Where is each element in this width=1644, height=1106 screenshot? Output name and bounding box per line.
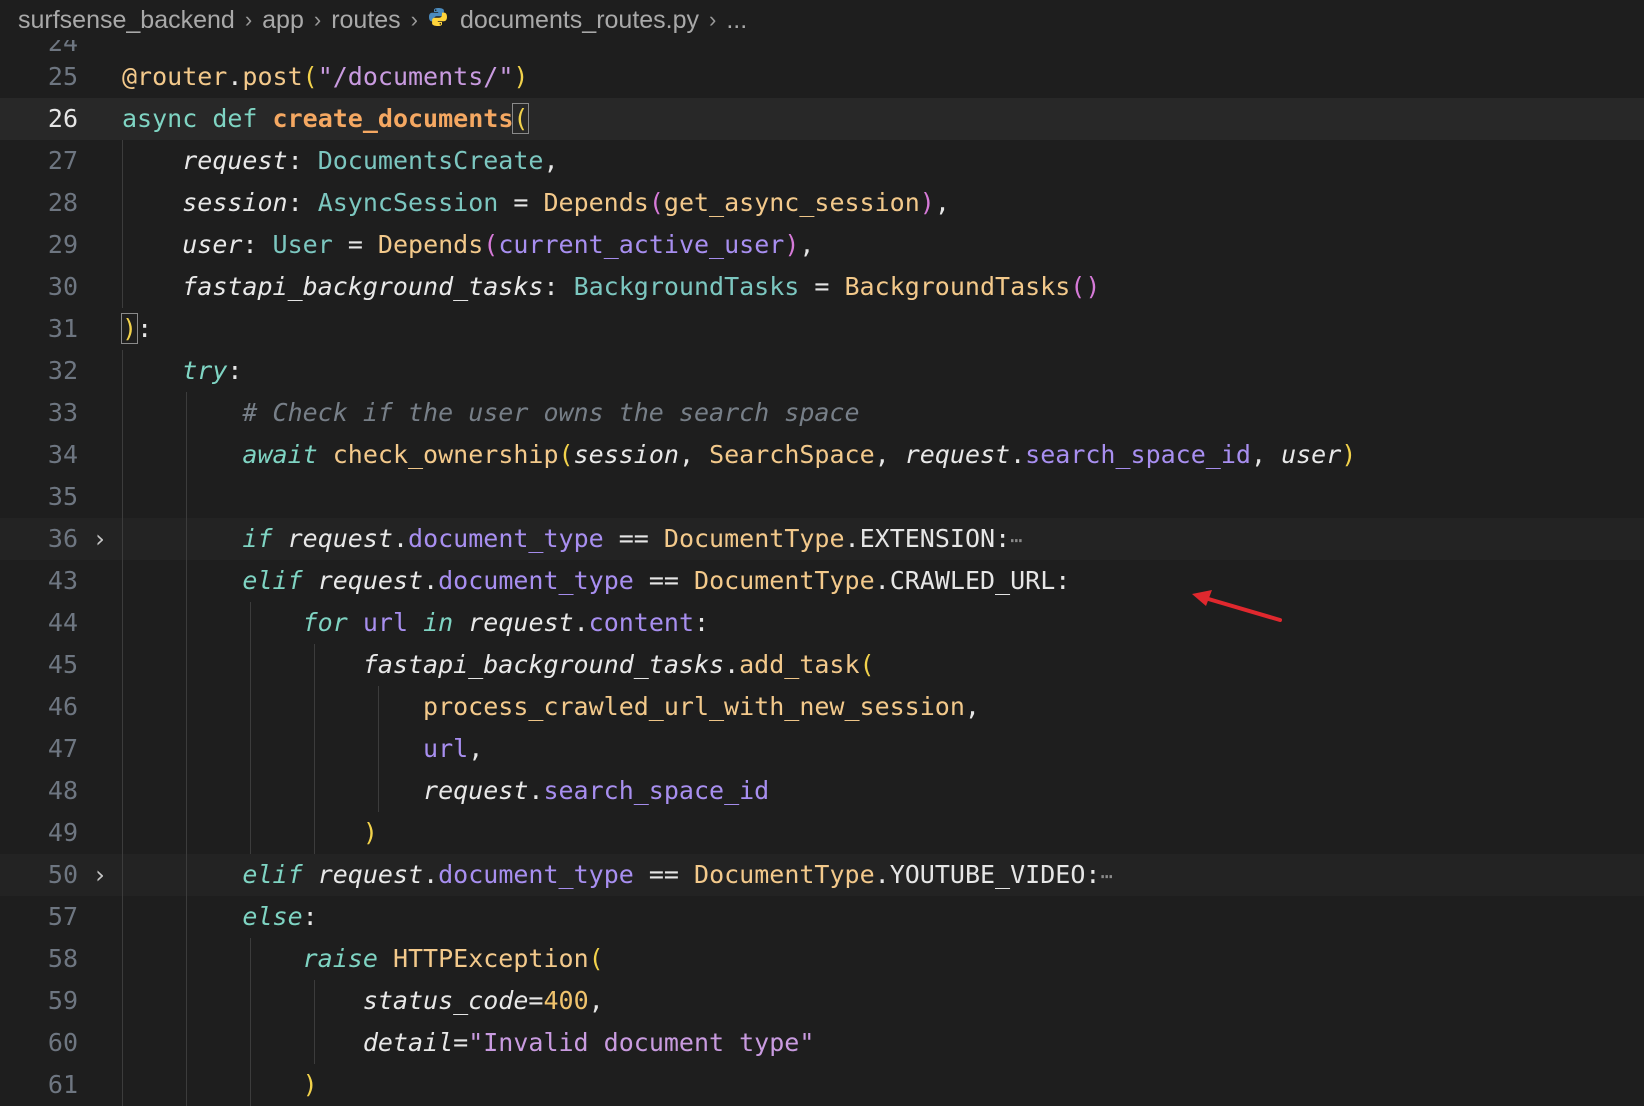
line-number: 25 — [47, 62, 78, 91]
line-number: 26 — [47, 104, 78, 133]
code-line: 27 request: DocumentsCreate, — [0, 140, 1644, 182]
chevron-right-icon[interactable]: › — [78, 518, 122, 560]
code-line: 34 await check_ownership(session, Search… — [0, 434, 1644, 476]
line-number: 36 — [47, 524, 78, 553]
line-number: 43 — [47, 566, 78, 595]
code-line: 25 @router.post("/documents/") — [0, 56, 1644, 98]
line-number: 31 — [47, 314, 78, 343]
code-line: 46 process_crawled_url_with_new_session, — [0, 686, 1644, 728]
line-number: 45 — [47, 650, 78, 679]
line-number: 29 — [47, 230, 78, 259]
breadcrumb-item-file[interactable]: documents_routes.py — [460, 6, 699, 35]
breadcrumb: surfsense_backend › app › routes › docum… — [0, 0, 1644, 40]
code-line: 28 session: AsyncSession = Depends(get_a… — [0, 182, 1644, 224]
line-number: 48 — [47, 776, 78, 805]
line-number: 49 — [47, 818, 78, 847]
code-line: 33 # Check if the user owns the search s… — [0, 392, 1644, 434]
line-number: 44 — [47, 608, 78, 637]
code-editor[interactable]: 25 @router.post("/documents/") 26 async … — [0, 40, 1644, 1106]
line-number: 35 — [47, 482, 78, 511]
code-line: 45 fastapi_background_tasks.add_task( — [0, 644, 1644, 686]
line-number: 50 — [47, 860, 78, 889]
code-line: 47 url, — [0, 728, 1644, 770]
line-number: 30 — [47, 272, 78, 301]
breadcrumb-item-app[interactable]: app — [262, 6, 304, 35]
code-line: 60 detail="Invalid document type" — [0, 1022, 1644, 1064]
line-number: 34 — [47, 440, 78, 469]
line-number: 32 — [47, 356, 78, 385]
chevron-right-icon: › — [244, 7, 253, 32]
code-line: 49 ) — [0, 812, 1644, 854]
line-number: 58 — [47, 944, 78, 973]
chevron-right-icon: › — [313, 7, 322, 32]
code-line: 44 for url in request.content: — [0, 602, 1644, 644]
code-line-folded: 36 › if request.document_type == Documen… — [0, 518, 1644, 560]
chevron-right-icon: › — [410, 7, 418, 32]
code-line-current: 26 async def create_documents( — [0, 98, 1644, 140]
code-line: 30 fastapi_background_tasks: BackgroundT… — [0, 266, 1644, 308]
python-file-icon — [428, 7, 448, 33]
code-line: 31 ): — [0, 308, 1644, 350]
code-line: 57 else: — [0, 896, 1644, 938]
breadcrumb-item-symbol[interactable]: ... — [726, 6, 747, 35]
chevron-right-icon[interactable]: › — [78, 854, 122, 896]
code-line-folded: 50 › elif request.document_type == Docum… — [0, 854, 1644, 896]
line-number: 33 — [47, 398, 78, 427]
line-number: 57 — [47, 902, 78, 931]
line-number: 46 — [47, 692, 78, 721]
line-number: 28 — [47, 188, 78, 217]
code-line: 48 request.search_space_id — [0, 770, 1644, 812]
code-line: 43 elif request.document_type == Documen… — [0, 560, 1644, 602]
line-number: 27 — [47, 146, 78, 175]
line-number: 59 — [47, 986, 78, 1015]
chevron-right-icon: › — [709, 7, 717, 32]
breadcrumb-item-routes[interactable]: routes — [331, 6, 400, 35]
folded-ellipsis[interactable]: ⋯ — [1010, 528, 1022, 552]
line-number: 60 — [47, 1028, 78, 1057]
code-line: 32 try: — [0, 350, 1644, 392]
code-line: 61 ) — [0, 1064, 1644, 1106]
code-line: 59 status_code=400, — [0, 980, 1644, 1022]
code-line: 58 raise HTTPException( — [0, 938, 1644, 980]
breadcrumb-item-project[interactable]: surfsense_backend — [18, 6, 235, 35]
code-line: 35 — [0, 476, 1644, 518]
folded-ellipsis[interactable]: ⋯ — [1100, 864, 1112, 888]
code-line: 29 user: User = Depends(current_active_u… — [0, 224, 1644, 266]
line-number: 61 — [47, 1070, 78, 1099]
line-number: 47 — [47, 734, 78, 763]
